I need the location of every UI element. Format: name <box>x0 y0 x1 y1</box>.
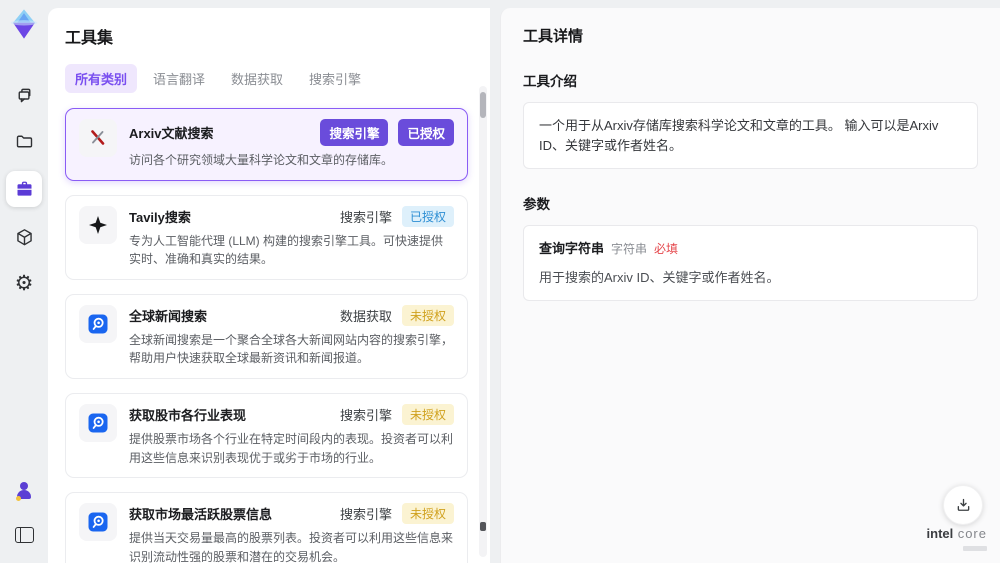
tool-name: Arxiv文献搜索 <box>129 126 214 141</box>
category-badge: 搜索引擎 <box>339 507 392 523</box>
rail-bottom <box>0 475 48 551</box>
list-scrollbar[interactable] <box>479 86 487 557</box>
scrollbar-thumb[interactable] <box>480 92 486 118</box>
gear-icon[interactable]: ⚙ <box>8 267 40 299</box>
tool-name: Tavily搜索 <box>129 209 191 225</box>
download-button[interactable] <box>943 485 983 525</box>
rail-nav: ⚙ <box>6 79 42 299</box>
user-avatar-icon[interactable] <box>8 475 40 507</box>
auth-status-badge: 已授权 <box>401 205 454 227</box>
tool-description: 访问各个研究领域大量科学论文和文章的存储库。 <box>129 153 394 167</box>
detail-title: 工具详情 <box>523 28 584 45</box>
intro-heading: 工具介绍 <box>523 74 577 89</box>
page-title: 工具集 <box>65 30 114 47</box>
news-icon <box>79 503 117 542</box>
auth-status-badge: 未授权 <box>401 304 454 326</box>
tool-card[interactable]: Arxiv文献搜索 搜索引擎 已授权 访问各个研究领域大量科学论文和文章的存储库。 <box>65 108 468 181</box>
folder-icon[interactable] <box>8 125 40 157</box>
params-heading: 参数 <box>523 197 550 212</box>
auth-status-badge: 未授权 <box>401 503 454 525</box>
tool-description: 全球新闻搜索是一个聚合全球各大新闻网站内容的搜索引擎，帮助用户快速获取全球最新资… <box>129 332 454 366</box>
auth-status-badge: 未授权 <box>401 403 454 425</box>
tool-description: 提供股票市场各个行业在特定时间段内的表现。投资者可以利用这些信息来识别表现优于或… <box>129 431 454 465</box>
category-tab[interactable]: 语言翻译 <box>143 64 215 93</box>
tools-list: Arxiv文献搜索 搜索引擎 已授权 访问各个研究领域大量科学论文和文章的存储库。 Ta… <box>65 108 468 563</box>
nav-rail: ⚙ <box>0 0 48 563</box>
parameter-card: 查询字符串 字符串 必填 用于搜索的Arxiv ID、关键字或作者姓名。 <box>523 225 978 301</box>
tavily-icon <box>79 205 117 244</box>
tools-panel: 工具集 所有类别 语言翻译 数据获取 搜索引擎 Arxiv文献搜索 搜索引擎 已授权 访问各… <box>48 8 490 563</box>
param-required-badge: 必填 <box>654 242 679 256</box>
intel-wordmark: intel <box>926 526 954 541</box>
tool-intro-text: 一个用于从Arxiv存储库搜索科学论文和文章的工具。 输入可以是Arxiv ID… <box>523 102 978 169</box>
category-tab[interactable]: 数据获取 <box>221 64 293 93</box>
tool-card[interactable]: 全球新闻搜索 数据获取 未授权全球新闻搜索是一个聚合全球各大新闻网站内容的搜索引擎，… <box>65 293 468 379</box>
tool-card[interactable]: 获取股市各行业表现 搜索引擎 未授权提供股票市场各个行业在特定时间段内的表现。投资者… <box>65 392 468 479</box>
intel-core-logo: intel core <box>927 526 987 551</box>
tool-detail-panel: 工具详情 工具介绍 一个用于从Arxiv存储库搜索科学论文和文章的工具。 输入可… <box>500 8 1000 563</box>
category-badge: 搜索引擎 <box>339 209 392 225</box>
chat-icon[interactable] <box>8 79 40 111</box>
param-name: 查询字符串 <box>539 241 605 256</box>
tool-card[interactable]: Tavily搜索 搜索引擎 已授权专为人工智能代理 (LLM) 构建的搜索引擎工具。… <box>65 194 468 280</box>
news-icon <box>79 403 117 442</box>
tool-name: 获取股市各行业表现 <box>129 407 247 423</box>
arxiv-icon <box>79 119 117 157</box>
app-logo-icon[interactable] <box>7 7 41 41</box>
collapse-sidebar-icon[interactable] <box>8 519 40 551</box>
param-description: 用于搜索的Arxiv ID、关键字或作者姓名。 <box>539 269 780 285</box>
category-badge: 搜索引擎 <box>320 119 389 146</box>
category-tab[interactable]: 搜索引擎 <box>299 64 371 93</box>
param-type: 字符串 <box>611 242 648 256</box>
tool-description: 提供当天交易量最高的股票列表。投资者可以利用这些信息来识别流动性强的股票和潜在的… <box>129 531 454 563</box>
news-icon <box>79 304 117 343</box>
category-badge: 数据获取 <box>339 308 392 324</box>
category-tabs: 所有类别 语言翻译 数据获取 搜索引擎 <box>65 64 468 93</box>
toolbox-icon[interactable] <box>6 171 42 207</box>
tool-description: 专为人工智能代理 (LLM) 构建的搜索引擎工具。可快速提供实时、准确和真实的结… <box>129 233 444 267</box>
core-wordmark: core <box>957 526 987 541</box>
tool-name: 获取市场最活跃股票信息 <box>129 507 273 523</box>
category-tab[interactable]: 所有类别 <box>65 64 138 93</box>
brand-underline <box>963 546 987 551</box>
tool-name: 全球新闻搜索 <box>129 308 208 324</box>
cube-icon[interactable] <box>8 221 40 253</box>
auth-status-badge: 已授权 <box>398 119 454 146</box>
tool-card[interactable]: 获取市场最活跃股票信息 搜索引擎 未授权提供当天交易量最高的股票列表。投资者可以利用… <box>65 492 468 563</box>
scrollbar-down-arrow[interactable] <box>480 522 486 531</box>
category-badge: 搜索引擎 <box>339 407 392 423</box>
